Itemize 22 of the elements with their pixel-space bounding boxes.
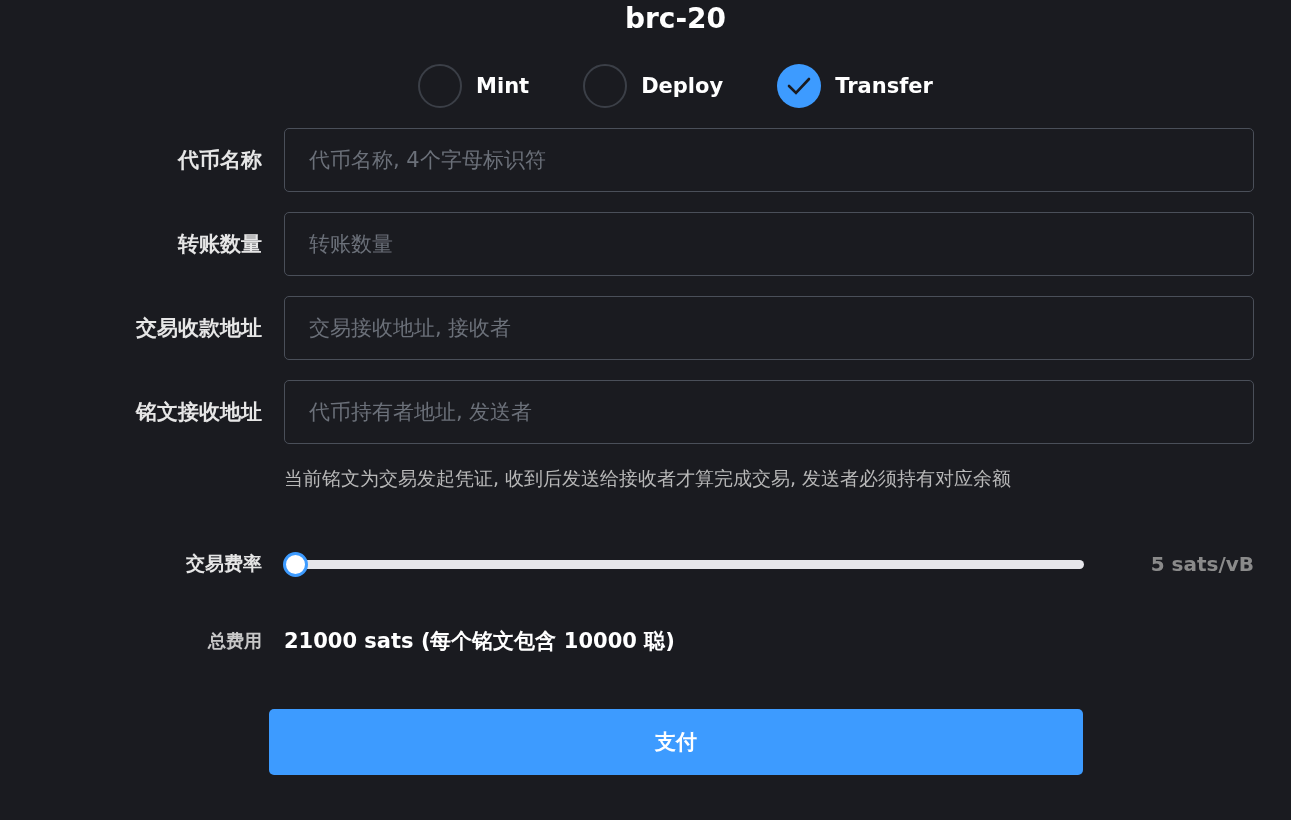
option-label: Mint	[476, 74, 530, 98]
field-label: 转账数量	[176, 231, 262, 258]
pay-button[interactable]: 支付	[269, 709, 1083, 775]
checked-radio-icon[interactable]	[777, 64, 822, 108]
total-label: 总费用	[206, 629, 262, 653]
option-label: Transfer	[835, 74, 933, 98]
radio-icon[interactable]	[583, 64, 628, 108]
field-label: 交易收款地址	[135, 315, 262, 342]
total-value: 21000 sats (每个铭文包含 10000 聪)	[284, 628, 676, 655]
radio-icon[interactable]	[418, 64, 463, 108]
input-field[interactable]: 交易接收地址, 接收者	[284, 296, 1254, 360]
option-label: Deploy	[641, 74, 724, 98]
input-field[interactable]: 代币名称, 4个字母标识符	[284, 128, 1254, 192]
field-label: 代币名称	[176, 147, 262, 174]
page-title: brc-20	[623, 1, 727, 37]
field-label: 交易费率	[185, 551, 262, 576]
slider-reading: 5 sats/vB	[1150, 552, 1254, 576]
input-field[interactable]: 代币持有者地址, 发送者	[284, 380, 1254, 444]
slider-thumb[interactable]	[283, 551, 308, 577]
input-field[interactable]: 转账数量	[284, 212, 1254, 276]
hint-text: 当前铭文为交易发起凭证, 收到后发送给接收者才算完成交易, 发送者必须持有对应余额	[284, 466, 1013, 491]
field-label: 铭文接收地址	[134, 399, 262, 426]
